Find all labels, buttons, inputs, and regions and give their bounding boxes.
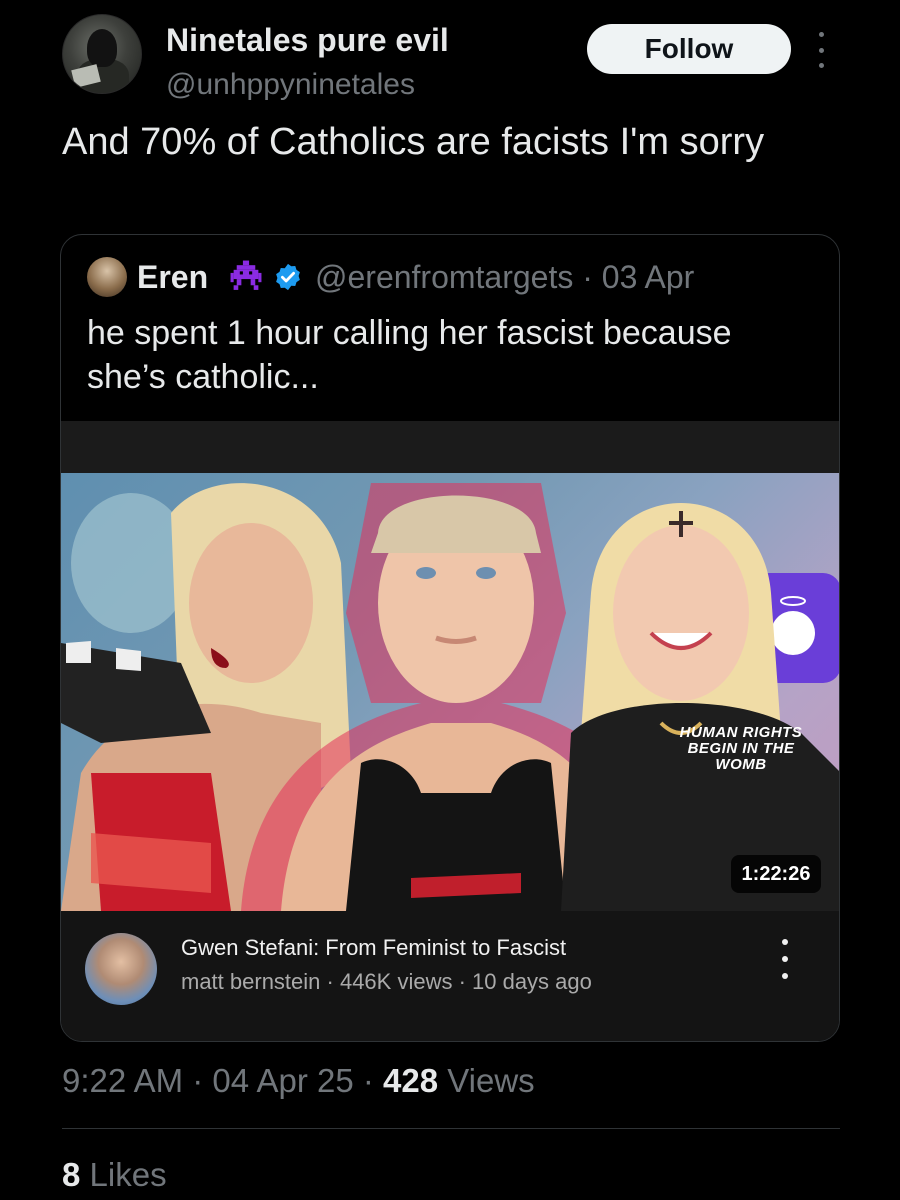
follow-button[interactable]: Follow (587, 24, 791, 74)
quoted-avatar[interactable] (87, 257, 127, 297)
right-figure-image (561, 503, 839, 911)
views-label: Views (438, 1062, 535, 1099)
tweet-meta: 9:22 AM · 04 Apr 25 · 428 Views (62, 1062, 535, 1100)
divider (62, 1128, 840, 1129)
video-duration-badge: 1:22:26 (731, 855, 821, 893)
quoted-handle-date[interactable]: @erenfromtargets · 03 Apr (315, 259, 694, 296)
thumbnail-overlay-text: HUMAN RIGHTS BEGIN IN THE WOMB (679, 724, 803, 773)
quoted-tweet[interactable]: Eren @erenfromtargets · 03 Apr he spent … (60, 234, 840, 1042)
likes-label: Likes (80, 1156, 167, 1193)
author-avatar[interactable] (62, 14, 142, 94)
tweet-header: Ninetales pure evil @unhppyninetales Fol… (62, 14, 842, 101)
channel-avatar[interactable] (85, 933, 157, 1005)
tweet-text: And 70% of Catholics are facists I'm sor… (62, 121, 765, 163)
views-count: 428 (383, 1062, 439, 1099)
quoted-text: he spent 1 hour calling her fascist beca… (87, 314, 732, 396)
quoted-header: Eren @erenfromtargets · 03 Apr (87, 257, 817, 297)
likes-count: 8 (62, 1156, 81, 1193)
verified-icon (276, 263, 300, 291)
video-top-bar (61, 421, 839, 473)
alien-icon (230, 260, 262, 290)
author-display-name[interactable]: Ninetales pure evil (166, 22, 449, 59)
author-handle[interactable]: @unhppyninetales (166, 68, 415, 102)
video-thumbnail[interactable]: HUMAN RIGHTS BEGIN IN THE WOMB 1:22:26 (61, 473, 839, 911)
likes-stat[interactable]: 8 Likes (62, 1156, 167, 1194)
video-info-row[interactable]: Gwen Stefani: From Feminist to Fascist m… (61, 911, 839, 1041)
quoted-display-name[interactable]: Eren (137, 259, 208, 296)
tweet-timestamp[interactable]: 9:22 AM · 04 Apr 25 · (62, 1062, 383, 1099)
kebab-icon[interactable] (779, 939, 791, 979)
more-icon[interactable] (814, 32, 828, 68)
video-title[interactable]: Gwen Stefani: From Feminist to Fascist (181, 935, 566, 961)
video-meta: matt bernstein · 446K views · 10 days ag… (181, 969, 592, 994)
